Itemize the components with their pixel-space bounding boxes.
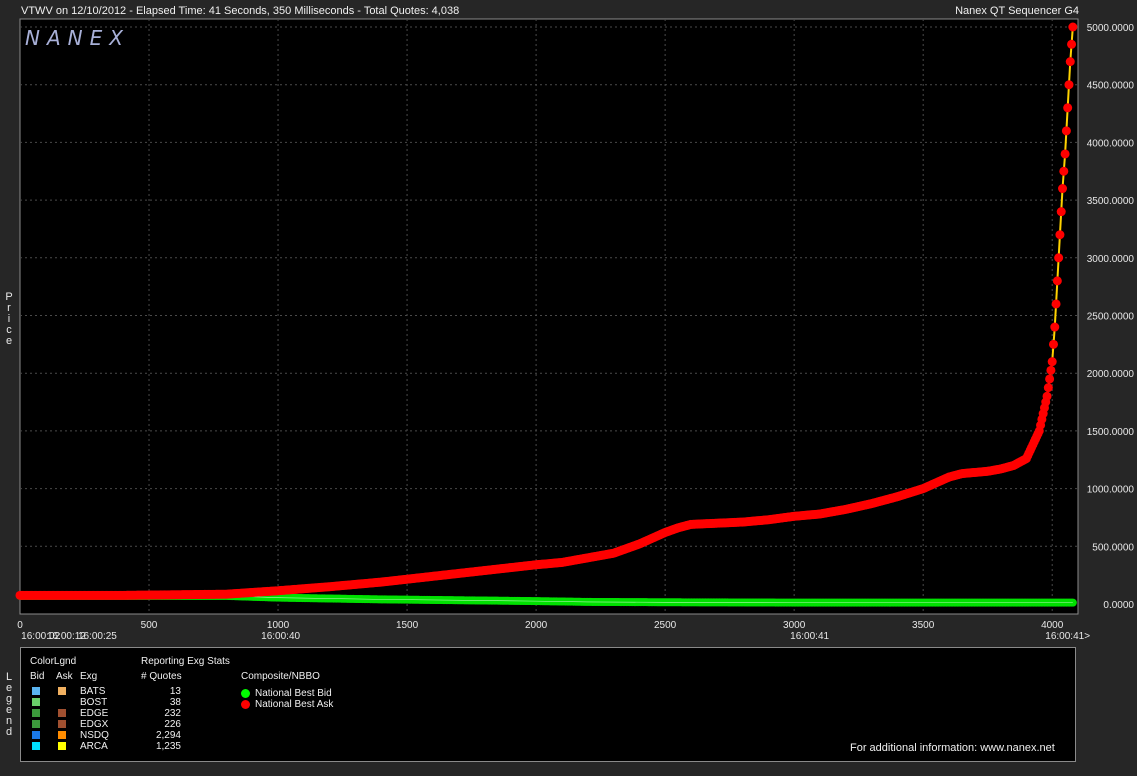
x-tick-label: 3500 <box>912 620 935 631</box>
stats-title: Reporting Exg Stats <box>141 656 230 667</box>
bid-swatch <box>32 687 40 695</box>
ask-swatch <box>58 742 66 750</box>
exchange-name: BATS <box>80 686 106 697</box>
y-tick-label: 3000.0000 <box>1087 254 1135 265</box>
x-tick-label: 1500 <box>396 620 419 631</box>
legend-side-title: Legend <box>5 671 13 738</box>
col-bid-header: Bid <box>30 671 45 682</box>
watermark-logo: NANEX <box>25 26 130 50</box>
y-tick-label: 3500.0000 <box>1087 196 1135 207</box>
composite-title: Composite/NBBO <box>241 671 320 682</box>
y-tick-label: 1000.0000 <box>1087 485 1135 496</box>
x-tick-label: 4000 <box>1041 620 1064 631</box>
nbbo-dot <box>241 689 250 698</box>
bid-swatch <box>32 698 40 706</box>
time-label: 16:00:41 <box>790 631 829 642</box>
ask-point <box>1046 365 1056 375</box>
y-tick-label: 4000.0000 <box>1087 138 1135 149</box>
bid-swatch <box>32 709 40 717</box>
ask-point <box>1067 39 1077 49</box>
exchange-quote-count: 232 <box>164 708 181 719</box>
ask-point <box>1050 322 1060 332</box>
time-label: 16:00:40 <box>261 631 300 642</box>
bid-swatch <box>32 731 40 739</box>
exchange-quote-count: 13 <box>169 686 181 697</box>
x-tick-label: 500 <box>141 620 158 631</box>
ask-point <box>1064 80 1074 90</box>
y-tick-label: 2500.0000 <box>1087 312 1135 323</box>
col-ask-header: Ask <box>56 671 73 682</box>
exchange-quote-count: 38 <box>169 697 181 708</box>
ask-swatch <box>58 720 66 728</box>
y-tick-label: 4500.0000 <box>1087 81 1135 92</box>
exchange-name: NSDQ <box>80 730 109 741</box>
legend-panel: ColorLgnd Reporting Exg Stats Bid Ask Ex… <box>20 647 1076 762</box>
ask-point <box>1058 184 1068 194</box>
ask-point <box>1052 276 1062 286</box>
exchange-quote-count: 2,294 <box>155 730 181 741</box>
ask-point <box>1048 339 1058 349</box>
ask-point <box>1054 253 1064 263</box>
time-label: 16:00:25 <box>78 631 117 642</box>
y-tick-label: 1500.0000 <box>1087 427 1135 438</box>
x-tick-label: 0 <box>17 620 23 631</box>
exchange-name: EDGX <box>80 719 109 730</box>
ask-swatch <box>58 731 66 739</box>
nbbo-dot <box>241 700 250 709</box>
y-tick-label: 5000.0000 <box>1087 23 1135 34</box>
price-chart: NANEX 5000.00004500.00004000.00003500.000… <box>15 18 1135 642</box>
col-exg-header: Exg <box>80 671 98 682</box>
x-tick-label: 2500 <box>654 620 677 631</box>
exchange-quote-count: 226 <box>164 719 181 730</box>
ask-point <box>1063 103 1073 113</box>
ask-point <box>1065 57 1075 67</box>
ask-point <box>1059 166 1069 176</box>
exchange-quote-count: 1,235 <box>155 741 181 752</box>
bid-swatch <box>32 720 40 728</box>
time-label: 16:00:41> <box>1045 631 1090 642</box>
ask-point <box>1051 299 1061 309</box>
ask-point <box>1061 126 1071 136</box>
exchange-name: EDGE <box>80 708 109 719</box>
col-quotes-header: # Quotes <box>141 671 182 682</box>
nbbo-label: National Best Ask <box>255 699 334 710</box>
nbbo-label: National Best Bid <box>255 688 332 699</box>
ask-point <box>1047 357 1057 367</box>
ask-point <box>1042 391 1052 401</box>
exchange-name: ARCA <box>80 741 108 752</box>
ask-swatch <box>58 687 66 695</box>
plot-area <box>19 18 1079 615</box>
x-tick-label: 1000 <box>267 620 290 631</box>
ask-point <box>1043 383 1053 393</box>
ask-swatch <box>58 709 66 717</box>
y-tick-label: 500.0000 <box>1092 542 1134 553</box>
x-tick-label: 3000 <box>783 620 806 631</box>
bid-swatch <box>32 742 40 750</box>
ask-point <box>1045 374 1055 384</box>
ask-point <box>1055 230 1065 240</box>
exchange-name: BOST <box>80 697 108 708</box>
color-legend-title: ColorLgnd <box>30 656 77 667</box>
ask-point <box>1068 22 1078 32</box>
y-tick-label: 2000.0000 <box>1087 369 1135 380</box>
x-tick-label: 2000 <box>525 620 548 631</box>
y-tick-label: 0.0000 <box>1103 600 1134 611</box>
ask-point <box>1060 149 1070 159</box>
ask-point <box>1056 207 1066 217</box>
info-link[interactable]: For additional information: www.nanex.ne… <box>850 742 1055 754</box>
